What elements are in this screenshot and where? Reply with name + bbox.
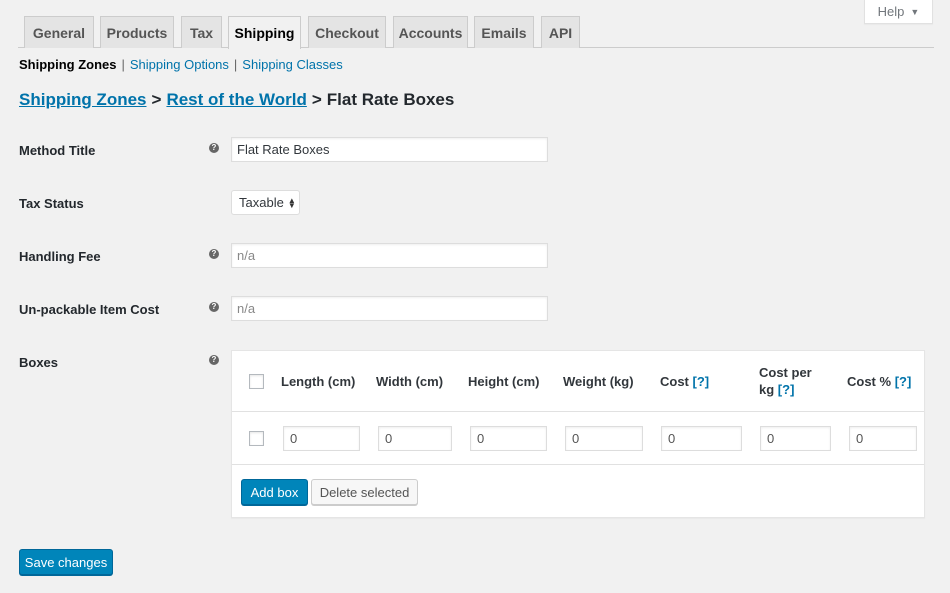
breadcrumb-separator: > (311, 90, 322, 109)
subnav-shipping-zones: Shipping Zones (19, 57, 117, 72)
col-height: Height (cm) (468, 374, 540, 389)
caret-down-icon: ▼ (910, 6, 920, 17)
tab-label: Accounts (398, 24, 463, 41)
subnav-separator: | (121, 57, 125, 72)
help-tip-icon[interactable]: ? (209, 355, 219, 365)
tab-label: General (32, 24, 86, 41)
breadcrumb-rest-of-world[interactable]: Rest of the World (166, 90, 306, 109)
tax-status-value: Taxable (239, 195, 284, 210)
boxes-label: Boxes (19, 355, 59, 370)
help-tip-icon[interactable]: ? (209, 249, 219, 259)
unpackable-cost-label: Un-packable Item Cost (19, 302, 160, 317)
tab-accounts[interactable]: Accounts (393, 16, 468, 48)
height-input[interactable] (470, 426, 547, 451)
cost-percent-help-link[interactable]: [?] (895, 374, 912, 389)
subnav-shipping-options[interactable]: Shipping Options (130, 57, 229, 72)
method-title-input[interactable] (231, 137, 548, 162)
select-arrows-icon: ▲ ▼ (287, 195, 296, 210)
help-tip-icon[interactable]: ? (209, 302, 219, 312)
delete-selected-button[interactable]: Delete selected (311, 479, 418, 505)
boxes-table: Length (cm) Width (cm) Height (cm) Weigh… (231, 350, 925, 518)
tab-label: Products (106, 24, 168, 41)
breadcrumb-current: Flat Rate Boxes (326, 90, 455, 109)
help-tip-icon[interactable]: ? (209, 143, 219, 153)
save-changes-button[interactable]: Save changes (19, 549, 113, 575)
breadcrumb: Shipping Zones > Rest of the World > Flat Ra… (19, 90, 454, 110)
tab-label: API (548, 24, 573, 41)
weight-input[interactable] (565, 426, 643, 451)
handling-fee-label: Handling Fee (19, 249, 101, 264)
tax-status-select[interactable]: Taxable ▲ ▼ (231, 190, 300, 215)
cost-per-kg-help-link[interactable]: [?] (778, 382, 795, 397)
tab-tax[interactable]: Tax (181, 16, 222, 48)
breadcrumb-shipping-zones[interactable]: Shipping Zones (19, 90, 147, 109)
subnav-separator: | (233, 57, 238, 72)
col-cost-percent: Cost % [?] (847, 374, 912, 389)
cost-input[interactable] (661, 426, 742, 451)
box-row (232, 412, 924, 465)
handling-fee-input[interactable] (231, 243, 548, 268)
tab-products[interactable]: Products (100, 16, 174, 48)
cost-per-kg-input[interactable] (760, 426, 831, 451)
row-checkbox[interactable] (249, 431, 264, 446)
select-all-checkbox[interactable] (249, 374, 264, 389)
tab-api[interactable]: API (541, 16, 580, 48)
tab-label: Checkout (315, 24, 379, 41)
col-width: Width (cm) (376, 374, 444, 389)
tab-general[interactable]: General (24, 16, 94, 48)
col-cost: Cost [?] (660, 374, 710, 389)
settings-tabs: General Products Tax Shipping Checkout A… (18, 16, 934, 49)
breadcrumb-separator: > (151, 90, 162, 109)
cost-help-link[interactable]: [?] (693, 374, 710, 389)
tax-status-label: Tax Status (19, 196, 84, 211)
unpackable-cost-input[interactable] (231, 296, 548, 321)
col-weight: Weight (kg) (563, 374, 634, 389)
tab-label: Tax (189, 24, 214, 41)
method-title-label: Method Title (19, 143, 96, 158)
tab-label: Emails (481, 24, 527, 41)
col-cost-per-kg: Cost per kg [?] (759, 365, 812, 397)
add-box-button[interactable]: Add box (241, 479, 308, 505)
tab-label: Shipping (234, 25, 295, 41)
boxes-header-row: Length (cm) Width (cm) Height (cm) Weigh… (232, 351, 924, 412)
tab-emails[interactable]: Emails (474, 16, 534, 48)
shipping-subnav: Shipping Zones | Shipping Options | Ship… (19, 57, 343, 72)
width-input[interactable] (378, 426, 452, 451)
col-length: Length (cm) (281, 374, 356, 389)
subnav-shipping-classes[interactable]: Shipping Classes (242, 57, 342, 72)
tab-checkout[interactable]: Checkout (308, 16, 386, 48)
cost-percent-input[interactable] (849, 426, 917, 451)
length-input[interactable] (283, 426, 360, 451)
tab-shipping[interactable]: Shipping (228, 16, 301, 49)
